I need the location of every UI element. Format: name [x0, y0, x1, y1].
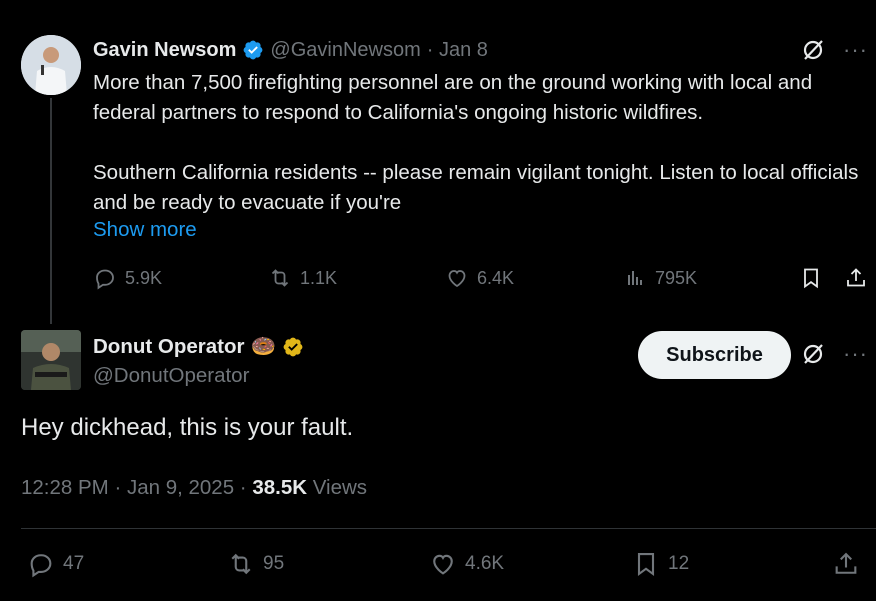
- repost-icon: [231, 553, 251, 575]
- like-count: 6.4K: [477, 267, 515, 288]
- thread-connector-line: [50, 98, 52, 324]
- repost-count: 95: [263, 553, 285, 574]
- reply-button[interactable]: 47: [27, 550, 84, 578]
- like-button[interactable]: 4.6K: [429, 550, 504, 578]
- reply-icon: [30, 554, 52, 578]
- reply-tweet-top-actions: ···: [801, 342, 868, 366]
- tweet-body: More than 7,500 firefighting personnel a…: [93, 71, 859, 214]
- bookmark-count: 12: [668, 553, 690, 574]
- avatar-image: [21, 35, 81, 95]
- divider: [21, 528, 876, 529]
- share-icon: [847, 268, 865, 287]
- views-button[interactable]: 795K: [623, 266, 697, 290]
- reply-icon: [96, 269, 114, 290]
- like-button[interactable]: 6.4K: [445, 266, 514, 290]
- grok-icon[interactable]: [801, 38, 825, 62]
- tweet-thread: Gavin Newsom @GavinNewsom · Jan 8 ··· Mo…: [0, 0, 876, 601]
- avatar-gavin-newsom[interactable]: [21, 35, 81, 95]
- reply-count: 5.9K: [125, 267, 163, 288]
- reply-tweet-header: Donut Operator 🍩: [93, 333, 304, 361]
- show-more-link[interactable]: Show more: [93, 218, 197, 242]
- verified-badge-icon: [283, 337, 303, 357]
- share-button[interactable]: [844, 266, 868, 290]
- bookmark-button[interactable]: 12: [632, 550, 689, 578]
- more-icon[interactable]: ···: [843, 343, 868, 365]
- repost-button[interactable]: 95: [227, 550, 284, 578]
- author-handle[interactable]: @GavinNewsom: [270, 39, 420, 62]
- bookmark-icon: [637, 553, 655, 576]
- grok-icon[interactable]: [801, 342, 825, 366]
- repost-icon: [271, 269, 289, 287]
- author-name[interactable]: Gavin Newsom: [93, 39, 236, 62]
- repost-button[interactable]: 1.1K: [268, 266, 337, 290]
- reply-tweet-text: Hey dickhead, this is your fault.: [21, 414, 354, 441]
- bookmark-icon: [804, 268, 818, 289]
- avatar-image: [21, 330, 81, 390]
- donut-emoji: 🍩: [250, 335, 276, 358]
- avatar-donut-operator[interactable]: [21, 330, 81, 390]
- author-handle[interactable]: @DonutOperator: [93, 364, 249, 388]
- views-count: 795K: [655, 267, 698, 288]
- reply-tweet-actions: 47 95 4.6K 12: [21, 550, 871, 582]
- views-icon: [628, 271, 642, 285]
- verified-badge-icon: [243, 40, 263, 60]
- share-button[interactable]: [832, 550, 860, 578]
- reply-button[interactable]: 5.9K: [93, 266, 162, 290]
- like-count: 4.6K: [465, 553, 505, 574]
- parent-tweet-top-actions: ···: [801, 38, 868, 62]
- repost-count: 1.1K: [300, 267, 338, 288]
- share-icon: [835, 552, 857, 574]
- more-icon[interactable]: ···: [843, 39, 868, 61]
- parent-tweet-text: More than 7,500 firefighting personnel a…: [93, 68, 868, 218]
- reply-tweet-meta: 12:28 PM · Jan 9, 2025 · 38.5K Views: [21, 476, 367, 500]
- views-label: Views: [307, 476, 368, 499]
- author-name[interactable]: Donut Operator: [93, 335, 244, 359]
- subscribe-button[interactable]: Subscribe: [638, 331, 791, 379]
- tweet-timestamp[interactable]: 12:28 PM · Jan 9, 2025 ·: [21, 476, 252, 499]
- like-icon: [448, 270, 466, 288]
- tweet-date[interactable]: · Jan 8: [427, 39, 488, 62]
- views-count: 38.5K: [252, 476, 308, 499]
- reply-count: 47: [63, 553, 85, 574]
- parent-tweet-header: Gavin Newsom @GavinNewsom · Jan 8: [93, 37, 488, 63]
- parent-tweet-actions: 5.9K 1.1K 6.4K 795K: [93, 266, 868, 296]
- like-icon: [433, 554, 453, 575]
- bookmark-button[interactable]: [799, 266, 823, 290]
